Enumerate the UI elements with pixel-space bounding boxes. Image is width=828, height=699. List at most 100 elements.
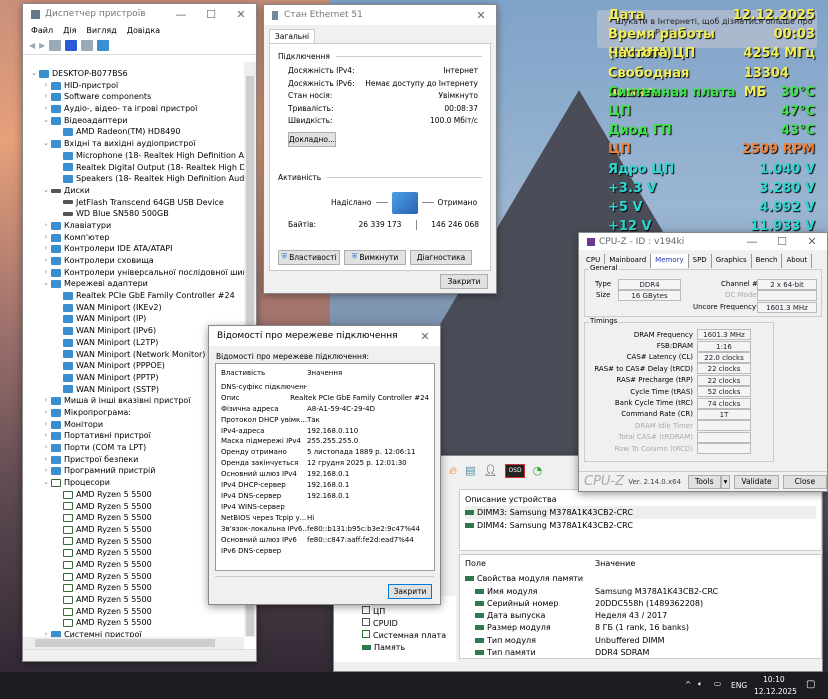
tree-item[interactable]: AMD Ryzen 5 5500 — [53, 559, 152, 571]
osd-icon[interactable]: OSD — [505, 464, 525, 478]
details-row[interactable]: Основний шлюз IPv4 192.168.0.1 — [221, 469, 429, 480]
details-row[interactable]: Фізична адреса A8-A1-59-4C-29-4D — [221, 404, 429, 415]
chevron-right-icon[interactable]: › — [41, 232, 51, 244]
back-icon[interactable]: ◀ — [29, 41, 35, 50]
tree-item[interactable]: AMD Ryzen 5 5500 — [53, 547, 152, 559]
tree-item[interactable]: WAN Miniport (PPPOE) — [53, 360, 165, 372]
close-button[interactable]: ✕ — [797, 235, 827, 248]
tree-item[interactable]: WAN Miniport (SSTP) — [53, 384, 159, 396]
chevron-down-icon[interactable]: ⌄ — [41, 185, 51, 197]
tree-item[interactable]: › Клавіатури — [41, 220, 112, 232]
tree-item[interactable]: JetFlash Transcend 64GB USB Device — [53, 197, 224, 209]
tree-item[interactable]: › Портативні пристрої — [41, 430, 151, 442]
chevron-down-icon[interactable]: ⌄ — [41, 278, 51, 290]
tree-item[interactable]: › Мікропрограма: — [41, 407, 131, 419]
tree-item[interactable]: AMD Ryzen 5 5500 — [53, 512, 152, 524]
nav-item-memory[interactable]: Память — [362, 642, 456, 654]
property-row[interactable]: Дата выпуска Неделя 43 / 2017 — [460, 610, 821, 622]
close-dialog-button[interactable]: Закрити — [388, 584, 432, 599]
tree-item[interactable]: AMD Ryzen 5 5500 — [53, 582, 152, 594]
gauge-icon[interactable]: ◔ — [533, 464, 543, 478]
tree-item[interactable]: Realtek PCIe GbE Family Controller #24 — [53, 290, 235, 302]
minimize-button[interactable]: — — [166, 8, 196, 21]
details-row[interactable]: Оренда закінчується 12 грудня 2025 р. 12:… — [221, 458, 429, 469]
notifications-icon[interactable]: ▢ — [806, 679, 815, 690]
scan-hardware-icon[interactable] — [97, 40, 110, 51]
tree-item[interactable]: › Пристрої безпеки — [41, 454, 139, 466]
chevron-down-icon[interactable]: ⌄ — [41, 115, 51, 127]
maximize-button[interactable]: ☐ — [767, 235, 797, 248]
tree-item[interactable]: AMD Ryzen 5 5500 — [53, 524, 152, 536]
property-row[interactable]: Тип памяти DDR4 SDRAM — [460, 647, 821, 659]
horizontal-scrollbar[interactable] — [23, 637, 244, 649]
tab-memory[interactable]: Memory — [651, 254, 689, 268]
tree-item[interactable]: ⌄ Мережеві адаптери — [41, 278, 148, 290]
tree-item[interactable]: › Software components — [41, 91, 152, 103]
tree-item[interactable]: AMD Ryzen 5 5500 — [53, 606, 152, 618]
clock-time[interactable]: 10:10 — [763, 675, 785, 684]
tab-spd[interactable]: SPD — [689, 254, 712, 268]
tree-item[interactable]: WAN Miniport (Network Monitor) — [53, 349, 205, 361]
tree-item[interactable]: › Миша й інші вказівні пристрої — [41, 395, 191, 407]
details-row[interactable]: IPv6 DNS-сервер — [221, 546, 429, 557]
menu-file[interactable]: Файл — [31, 26, 53, 35]
minimize-button[interactable]: — — [737, 235, 767, 248]
user-icon[interactable]: 👤︎ — [483, 464, 497, 478]
tree-item[interactable]: › Контролери IDE ATA/ATAPI — [41, 243, 173, 255]
tree-item[interactable]: › Контролери універсальної послідовної ши… — [41, 267, 244, 279]
tree-item[interactable]: WAN Miniport (PPTP) — [53, 372, 158, 384]
close-button[interactable]: ✕ — [226, 8, 256, 21]
forward-icon[interactable]: ▶ — [39, 41, 45, 50]
chevron-down-icon[interactable]: ⌄ — [41, 138, 51, 150]
tree-item[interactable]: AMD Radeon(TM) HD8490 — [53, 126, 180, 138]
tab-about[interactable]: About — [782, 254, 813, 268]
tree-item[interactable]: › Програмний пристрій — [41, 465, 156, 477]
details-row[interactable]: Протокол DHCP увімк... Так — [221, 415, 429, 426]
column-value[interactable]: Значення — [307, 368, 342, 379]
tree-item[interactable]: › Системні пристрої — [41, 629, 142, 637]
tree-item[interactable]: › Комп'ютер — [41, 232, 110, 244]
tree-item[interactable]: › Порти (COM та LPT) — [41, 442, 147, 454]
chevron-right-icon[interactable]: › — [41, 395, 51, 407]
menu-view[interactable]: Вигляд — [86, 26, 116, 35]
tree-item[interactable]: ⌄ Вхідні та вихідні аудіопристрої — [41, 138, 195, 150]
tools-dropdown[interactable]: ▾ — [720, 474, 731, 489]
details-row[interactable]: IPv4 WINS-сервер — [221, 502, 429, 513]
property-row[interactable]: Имя модуля Samsung M378A1K43CB2-CRC — [460, 586, 821, 598]
chevron-right-icon[interactable]: › — [41, 430, 51, 442]
tree-item[interactable]: › Контролери сховища — [41, 255, 154, 267]
tree-item[interactable]: WAN Miniport (L2TP) — [53, 337, 158, 349]
nav-item-cpu[interactable]: ЦП — [362, 606, 456, 618]
chevron-right-icon[interactable]: › — [41, 80, 51, 92]
tree-item[interactable]: WAN Miniport (IP) — [53, 313, 146, 325]
tree-item[interactable]: › Аудіо-, відео- та ігрові пристрої — [41, 103, 198, 115]
volume-icon[interactable]: 🔈︎ — [698, 679, 703, 689]
property-row[interactable]: Размер модуля 8 ГБ (1 rank, 16 banks) — [460, 622, 821, 634]
details-row[interactable]: Маска підмережі IPv4 255.255.255.0 — [221, 436, 429, 447]
tree-item[interactable]: ⌄ Відеоадаптери — [41, 115, 127, 127]
close-button[interactable]: ✕ — [410, 330, 440, 343]
tree-item[interactable]: › Монітори — [41, 419, 104, 431]
properties-icon[interactable] — [49, 40, 62, 51]
details-row[interactable]: Зв'язок-локальна IPv6... fe80::b131:b95c:… — [221, 524, 429, 535]
tree-item[interactable]: › HID-пристрої — [41, 80, 119, 92]
tree-item[interactable]: ⌄ DESKTOP-B077BS6 — [29, 68, 128, 80]
device-item[interactable]: DIMM4: Samsung M378A1K43CB2-CRC — [465, 519, 816, 532]
details-row[interactable]: IPv4-адреса 192.168.0.110 — [221, 426, 429, 437]
network-icon[interactable]: ▭ — [714, 679, 721, 688]
chevron-right-icon[interactable]: › — [41, 255, 51, 267]
close-button[interactable]: ✕ — [466, 9, 496, 22]
disable-button[interactable]: ⛨ Вимкнути — [344, 249, 406, 265]
tab-graphics[interactable]: Graphics — [712, 254, 752, 268]
tree-item[interactable]: AMD Ryzen 5 5500 — [53, 571, 152, 583]
tab-bench[interactable]: Bench — [752, 254, 783, 268]
properties-button[interactable]: ⛨ Властивості — [278, 249, 340, 265]
chevron-right-icon[interactable]: › — [41, 419, 51, 431]
details-row[interactable]: Основний шлюз IPv6 fe80::c847:aaff:fe2d:e… — [221, 535, 429, 546]
nav-item-cpuid[interactable]: CPUID — [362, 618, 456, 630]
property-row[interactable]: Тип модуля Unbuffered DIMM — [460, 635, 821, 647]
tree-item[interactable]: AMD Ryzen 5 5500 — [53, 536, 152, 548]
property-row[interactable]: Серийный номер 20DDC558h (1489362208) — [460, 598, 821, 610]
details-row[interactable]: Опис Realtek PCIe GbE Family Controller #… — [221, 393, 429, 404]
report-icon[interactable]: ▤ — [465, 464, 475, 478]
